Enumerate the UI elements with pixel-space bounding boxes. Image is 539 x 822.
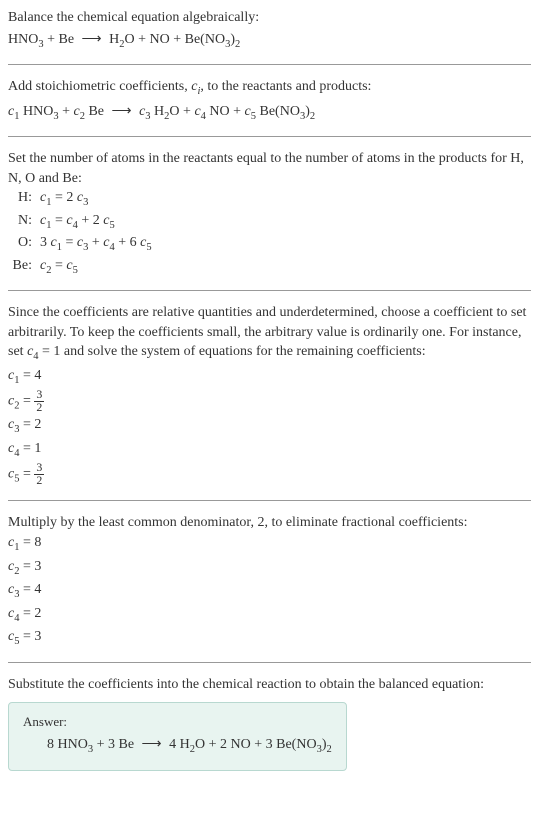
divider [8,500,531,501]
initial-coefficients: c1 = 4 c2 = 32 c3 = 2 c4 = 1 c5 = 32 [8,366,531,488]
coeff-item: c4 = 1 [8,439,531,461]
fraction: 32 [34,462,44,487]
atom-row: O: 3 c1 = c3 + c4 + 6 c5 [12,233,152,255]
atom-label: Be: [12,256,40,278]
divider [8,662,531,663]
coeff-value: 1 [34,441,41,456]
atom-equation: c1 = c4 + 2 c5 [40,211,152,233]
intro-section: Balance the chemical equation algebraica… [8,8,531,52]
intro-text: Balance the chemical equation algebraica… [8,8,531,28]
atom-equation: 3 c1 = c3 + c4 + 6 c5 [40,233,152,255]
atom-row: H: c1 = 2 c3 [12,188,152,210]
coeff-value: 4 [34,582,41,597]
atom-label: H: [12,188,40,210]
atom-row: Be: c2 = c5 [12,256,152,278]
coeff-item: c1 = 4 [8,366,531,388]
coeff-item: c1 = 8 [8,533,531,555]
coeff-item: c5 = 32 [8,462,531,487]
atom-equation: c1 = 2 c3 [40,188,152,210]
coeff-item: c3 = 2 [8,415,531,437]
coeff-value: 2 [34,606,41,621]
final-coefficients: c1 = 8 c2 = 3 c3 = 4 c4 = 2 c5 = 3 [8,533,531,649]
atom-row: N: c1 = c4 + 2 c5 [12,211,152,233]
denominator: 2 [34,475,44,487]
fraction: 32 [34,389,44,414]
coeff-item: c2 = 32 [8,389,531,414]
coeff-item: c2 = 3 [8,557,531,579]
atom-label: N: [12,211,40,233]
final-section: Substitute the coefficients into the che… [8,675,531,771]
atom-label: O: [12,233,40,255]
divider [8,290,531,291]
divider [8,136,531,137]
atoms-section: Set the number of atoms in the reactants… [8,149,531,278]
answer-label: Answer: [23,713,332,731]
coeff-item: c5 = 3 [8,627,531,649]
balanced-equation: 8 HNO3 + 3 Be ⟶ 4 H2O + 2 NO + 3 Be(NO3)… [23,735,332,757]
coeff-value: 3 [34,559,41,574]
coeff-item: c4 = 2 [8,604,531,626]
answer-box: Answer: 8 HNO3 + 3 Be ⟶ 4 H2O + 2 NO + 3… [8,702,347,771]
denominator: 2 [34,402,44,414]
final-text: Substitute the coefficients into the che… [8,675,531,695]
coeff-value: 2 [34,417,41,432]
solve-section: Since the coefficients are relative quan… [8,303,531,487]
divider [8,64,531,65]
coeff-value: 3 [34,629,41,644]
atom-balance-table: H: c1 = 2 c3 N: c1 = c4 + 2 c5 O: 3 c1 =… [12,188,152,278]
coeff-item: c3 = 4 [8,580,531,602]
atom-equation: c2 = c5 [40,256,152,278]
solve-text: Since the coefficients are relative quan… [8,303,531,365]
multiply-text: Multiply by the least common denominator… [8,513,531,533]
stoich-equation: c1 HNO3 + c2 Be ⟶ c3 H2O + c4 NO + c5 Be… [8,102,531,124]
unbalanced-equation: HNO3 + Be ⟶ H2O + NO + Be(NO3)2 [8,30,531,52]
atoms-text: Set the number of atoms in the reactants… [8,149,531,188]
multiply-section: Multiply by the least common denominator… [8,513,531,650]
stoich-text: Add stoichiometric coefficients, ci, to … [8,77,531,99]
stoich-section: Add stoichiometric coefficients, ci, to … [8,77,531,124]
coeff-value: 8 [34,535,41,550]
coeff-value: 4 [34,368,41,383]
